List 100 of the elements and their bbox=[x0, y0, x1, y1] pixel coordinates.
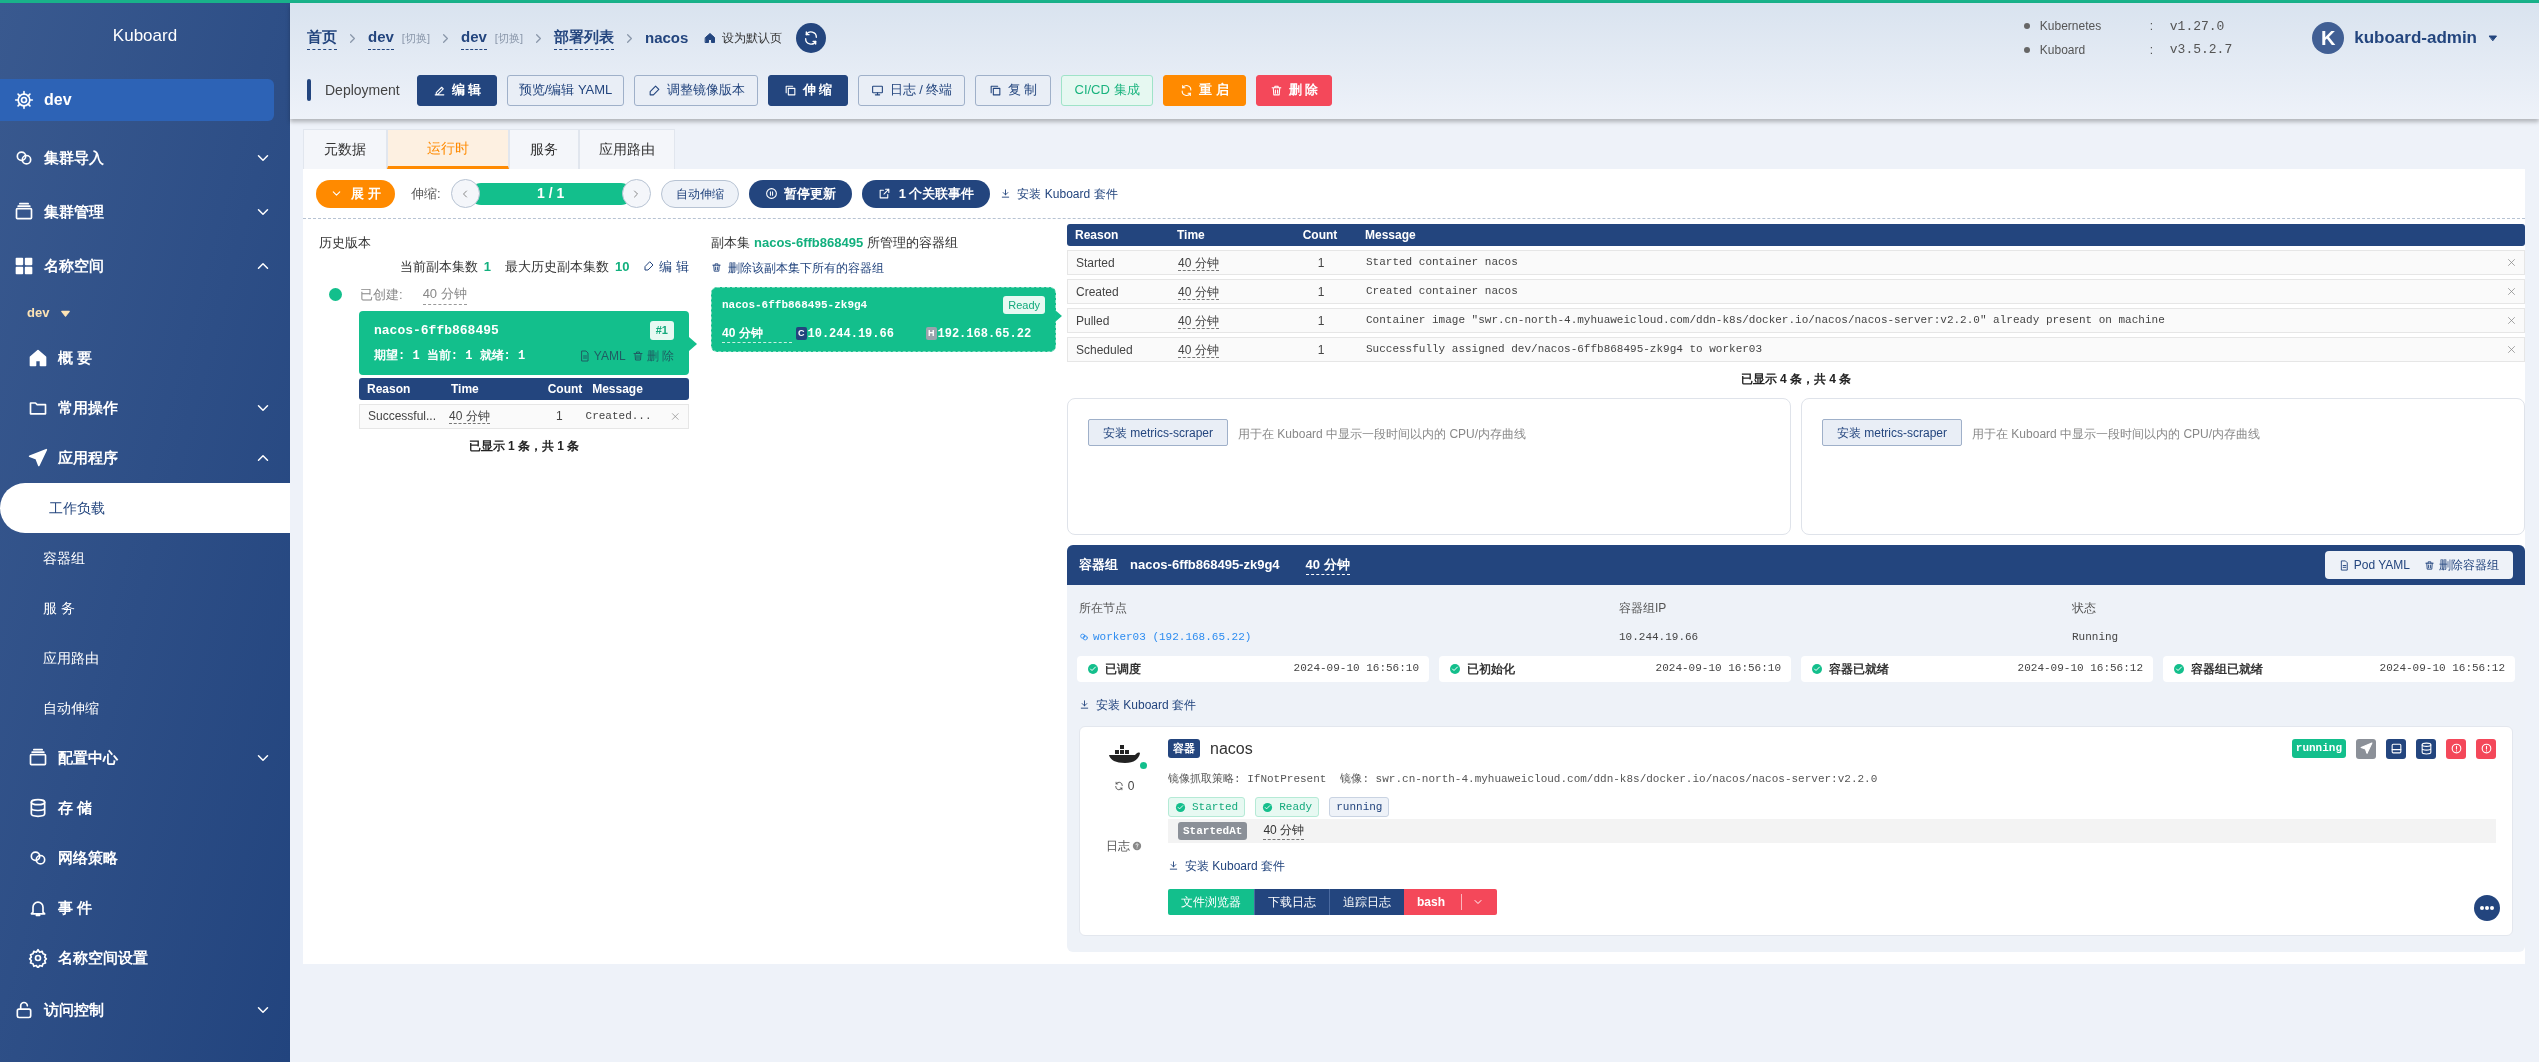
table-cell: Successful... bbox=[368, 409, 437, 423]
condition-label: 容器组已就绪 bbox=[2191, 660, 2263, 678]
install-link[interactable]: 安装 Kuboard 套件 bbox=[1079, 695, 1197, 714]
alert-icon bbox=[2479, 742, 2493, 755]
table-cell: Pulled bbox=[1076, 313, 1110, 328]
status-dot-icon bbox=[1140, 761, 1147, 769]
edit-link[interactable]: 编 辑 bbox=[643, 256, 689, 276]
sidebar-item[interactable]: 名称空间 bbox=[0, 239, 272, 293]
gear-icon bbox=[14, 90, 34, 110]
table-cell: 40 分钟 bbox=[1178, 255, 1219, 271]
action-button[interactable]: 复 制 bbox=[975, 74, 1051, 106]
field-label: 状态 bbox=[2072, 600, 2097, 617]
sidebar-item[interactable]: 配置中心 bbox=[0, 733, 272, 783]
ip-tag: H bbox=[926, 326, 937, 341]
tab[interactable]: 服务 bbox=[509, 129, 579, 169]
version-separator: : bbox=[2149, 18, 2155, 36]
table-cell: 1 bbox=[1317, 255, 1325, 270]
increase-button[interactable] bbox=[621, 179, 651, 208]
pen-icon bbox=[643, 260, 656, 273]
action-button[interactable]: 调整镜像版本 bbox=[634, 74, 758, 106]
column-header: Time bbox=[450, 380, 480, 398]
sidebar-item[interactable]: dev bbox=[0, 293, 290, 333]
pointer-icon bbox=[689, 336, 697, 351]
action-button[interactable]: 预览/编辑 YAML bbox=[507, 74, 624, 106]
sidebar-item[interactable]: dev bbox=[0, 79, 274, 121]
action-button[interactable]: 编 辑 bbox=[417, 74, 497, 106]
status-dot-icon bbox=[329, 287, 342, 301]
sidebar-item[interactable]: 访问控制 bbox=[0, 983, 272, 1037]
pod-name: nacos-6ffb868495-zk9g4 bbox=[1130, 556, 1280, 575]
sidebar-item[interactable]: 名称空间设置 bbox=[0, 933, 272, 983]
sidebar-item[interactable]: 服 务 bbox=[0, 583, 290, 633]
action-button[interactable]: 伸 缩 bbox=[768, 74, 848, 106]
pause-update-button[interactable]: 暂停更新 bbox=[748, 179, 852, 208]
sidebar-item[interactable]: 集群导入 bbox=[0, 131, 272, 185]
table-cell: 40 分钟 bbox=[1178, 284, 1219, 300]
icon-button[interactable] bbox=[2386, 738, 2406, 759]
pod-yaml-button[interactable]: Pod YAML bbox=[2338, 556, 2410, 574]
table-cell: 1 bbox=[555, 409, 563, 423]
sidebar-item[interactable]: 工作负载 bbox=[0, 483, 290, 533]
sidebar-item[interactable]: 应用程序 bbox=[0, 433, 272, 483]
install-link[interactable]: 安装 Kuboard 套件 bbox=[1000, 184, 1118, 203]
field-label: 容器组IP bbox=[1619, 600, 1668, 617]
section-title: 历史版本 bbox=[319, 234, 372, 252]
settings-icon bbox=[28, 948, 48, 968]
column-header: Message bbox=[1364, 227, 1417, 244]
delete-pods-link[interactable]: 删除该副本集下所有的容器组 bbox=[711, 258, 1056, 277]
decrease-button[interactable] bbox=[450, 179, 480, 208]
action-button[interactable]: 删 除 bbox=[1256, 74, 1332, 106]
table-cell: Started container nacos bbox=[1366, 256, 1518, 269]
sidebar-item[interactable]: 概 要 bbox=[0, 333, 272, 383]
breadcrumb-link[interactable]: 部署列表 bbox=[553, 26, 614, 50]
tab[interactable]: 元数据 bbox=[303, 129, 387, 169]
install-metrics-button[interactable]: 安装 metrics-scraper bbox=[1088, 419, 1228, 446]
sidebar-item[interactable]: 集群管理 bbox=[0, 185, 272, 239]
sidebar-item[interactable]: 网络策略 bbox=[0, 833, 272, 883]
icon-button[interactable] bbox=[2416, 738, 2436, 759]
monitor-icon bbox=[870, 83, 884, 97]
condition-time: 2024-09-10 16:56:10 bbox=[1293, 661, 1419, 677]
sidebar-item[interactable]: 事 件 bbox=[0, 883, 272, 933]
more-button[interactable] bbox=[2474, 894, 2500, 921]
action-button[interactable]: 日志 / 终端 bbox=[858, 74, 965, 106]
tab[interactable]: 应用路由 bbox=[579, 129, 675, 169]
breadcrumb-link[interactable]: dev bbox=[368, 26, 394, 50]
sidebar-item[interactable]: 应用路由 bbox=[0, 633, 290, 683]
user-menu[interactable]: kuboard-admin bbox=[2354, 25, 2477, 51]
refresh-button[interactable] bbox=[796, 23, 827, 53]
ip-address: 10.244.19.66 bbox=[807, 325, 894, 343]
stack-icon bbox=[28, 748, 48, 768]
breadcrumb-link[interactable]: 首页 bbox=[307, 26, 337, 50]
table-footer: 已显示 4 条，共 4 条 bbox=[1067, 370, 2525, 388]
breadcrumb-link[interactable]: dev bbox=[461, 26, 487, 50]
metrics-description: 用于在 Kuboard 中显示一段时间以内的 CPU/内存曲线 bbox=[1972, 426, 2261, 443]
external-icon bbox=[877, 187, 891, 200]
replica-status: 期望: 1 当前: 1 就绪: 1 bbox=[374, 347, 526, 365]
sidebar-item[interactable]: 容器组 bbox=[0, 533, 290, 583]
download-icon bbox=[1079, 699, 1090, 710]
status-tag: Ready bbox=[1255, 797, 1320, 817]
auto-scale-button[interactable]: 自动伸缩 bbox=[660, 179, 739, 208]
sidebar-item[interactable]: 存 储 bbox=[0, 783, 272, 833]
pause-icon bbox=[764, 187, 778, 200]
sidebar-item[interactable]: 常用操作 bbox=[0, 383, 272, 433]
version-name: Kubernetes bbox=[2039, 18, 2103, 36]
close-icon bbox=[2507, 287, 2516, 296]
grid-icon bbox=[14, 256, 34, 276]
bullet-icon bbox=[2023, 46, 2030, 53]
replicaset-name: nacos-6ffb868495 bbox=[374, 321, 499, 340]
condition-time: 2024-09-10 16:56:10 bbox=[1655, 661, 1781, 677]
set-default-link[interactable]: 设为默认页 bbox=[704, 29, 783, 47]
sidebar-item[interactable]: 自动伸缩 bbox=[0, 683, 290, 733]
delete-pod-button[interactable]: 删除容器组 bbox=[2424, 556, 2499, 574]
install-metrics-button[interactable]: 安装 metrics-scraper bbox=[1822, 419, 1962, 446]
table-cell: Container image "swr.cn-north-4.myhuaweicloud.com/ddn-k8s/docker.io/nacos/nacos-server:v2.2.0" already present on machine bbox=[1366, 314, 2165, 327]
action-button[interactable]: 下载日志 bbox=[1254, 888, 1329, 915]
install-link[interactable]: 安装 Kuboard 套件 bbox=[1168, 856, 1286, 875]
check-circle-icon bbox=[1811, 662, 1823, 675]
action-button[interactable]: 追踪日志 bbox=[1329, 888, 1404, 915]
alert-icon bbox=[2449, 742, 2463, 755]
container-name: nacos bbox=[1210, 738, 1253, 759]
action-button[interactable]: bash bbox=[1404, 888, 1497, 915]
related-events-button[interactable]: 1 个关联事件 bbox=[861, 179, 991, 208]
